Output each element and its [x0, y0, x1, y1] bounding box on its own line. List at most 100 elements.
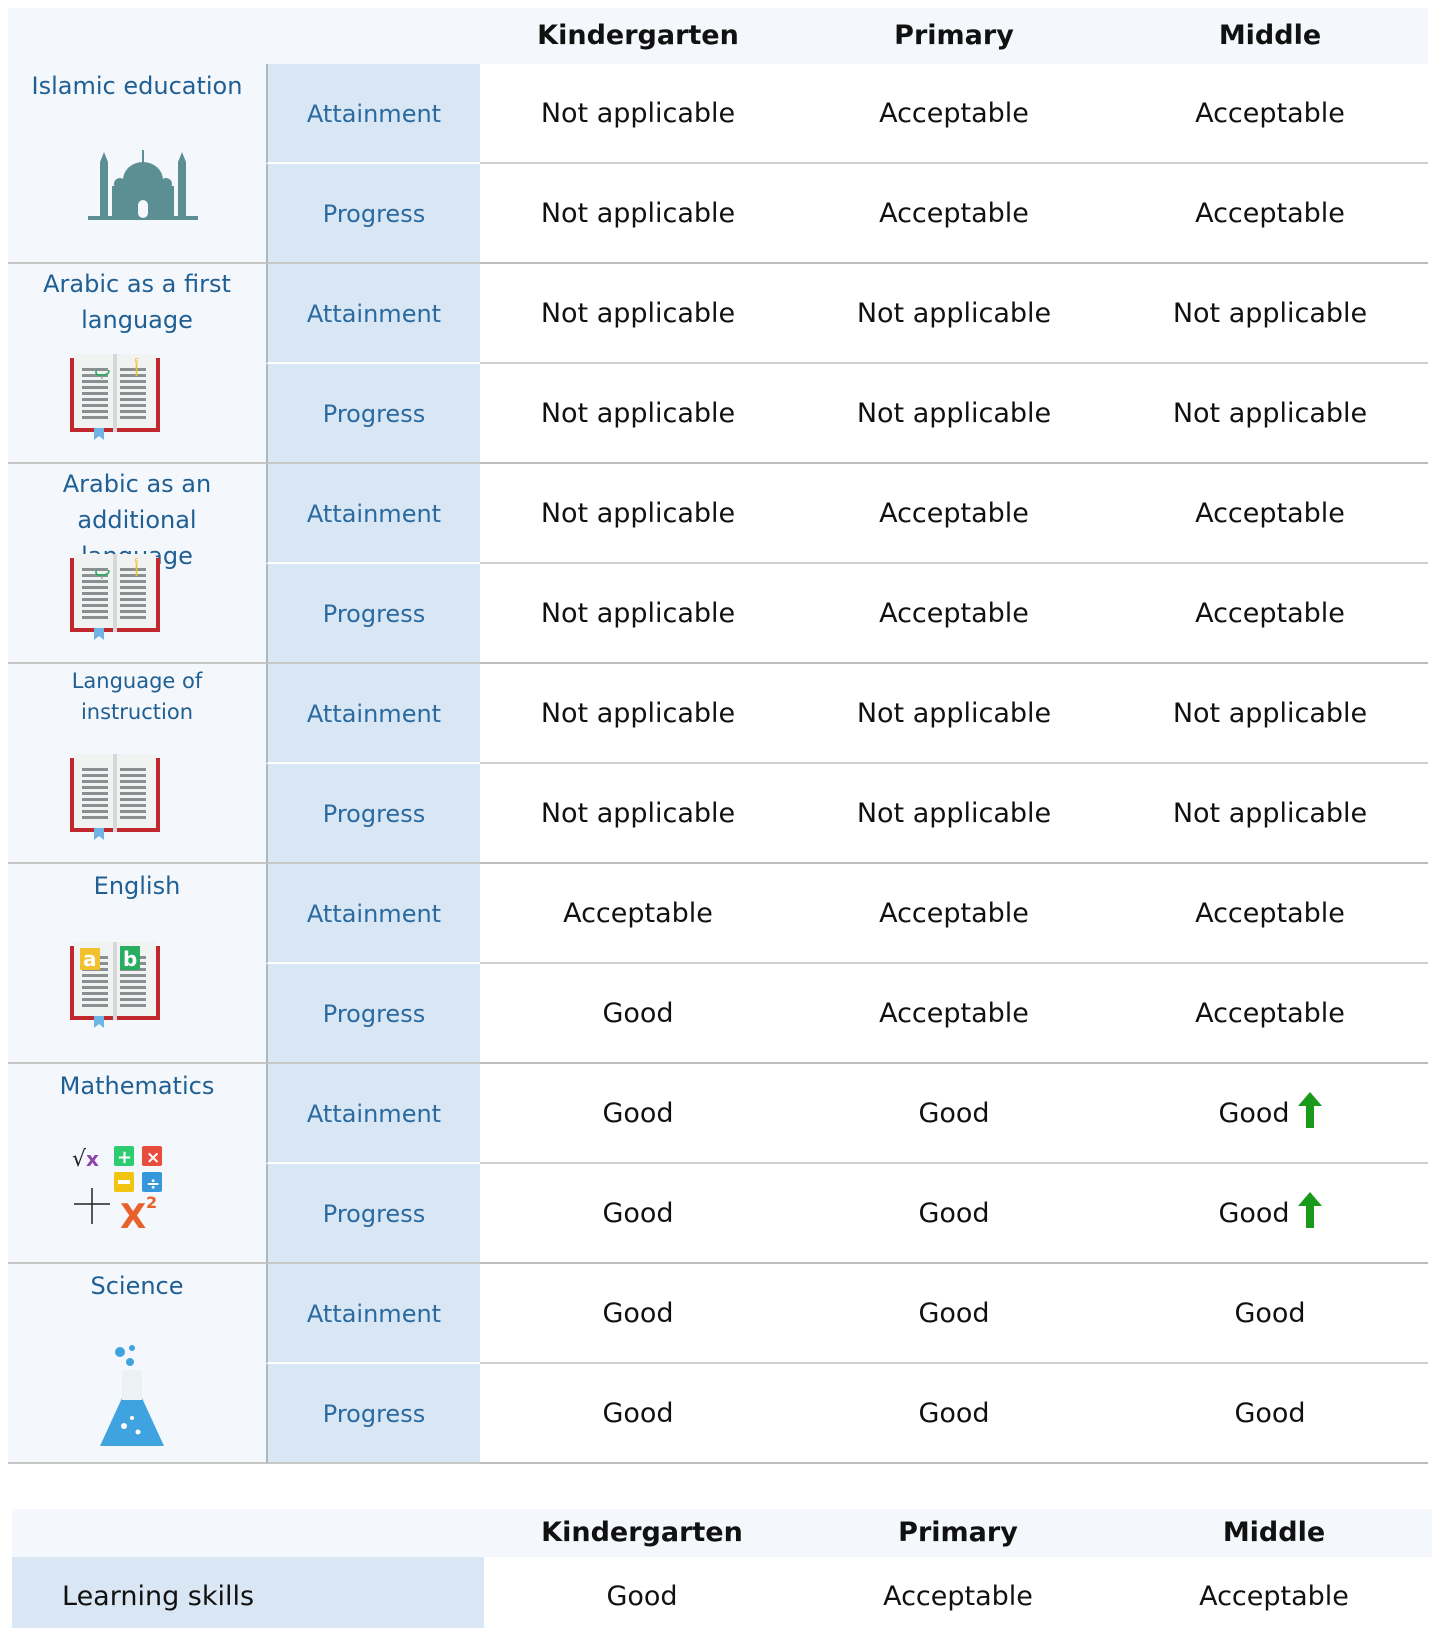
svg-text:2: 2 — [146, 1193, 157, 1212]
subject-cell: Islamic education — [8, 64, 266, 264]
metric-label-attainment: Attainment — [266, 1064, 480, 1164]
grade-text: Not applicable — [540, 198, 736, 229]
grade-cell-primary: Acceptable — [796, 864, 1112, 964]
grade-text: Good — [602, 1298, 674, 1329]
grade-text: Not applicable — [540, 598, 736, 629]
grade-cell-kindergarten: Good — [480, 1064, 796, 1164]
grade-cell-primary: Good — [796, 1364, 1112, 1464]
grade-text: Acceptable — [1195, 498, 1345, 529]
subject-cell: English a b — [8, 864, 266, 1064]
grade-text: Not applicable — [856, 398, 1052, 429]
metric-label-progress: Progress — [266, 1164, 480, 1264]
grade-cell-middle: Acceptable — [1112, 564, 1428, 664]
grade-cell-middle: Not applicable — [1112, 764, 1428, 864]
arabic-book-icon: بأ — [70, 354, 160, 444]
subject-cell: Science — [8, 1264, 266, 1464]
column-header-primary: Primary — [894, 20, 1014, 51]
grade-cell-middle: Not applicable — [1112, 664, 1428, 764]
grade-cell-middle: Good — [1112, 1264, 1428, 1364]
column-header-primary: Primary — [898, 1517, 1018, 1548]
column-header-kindergarten: Kindergarten — [537, 20, 739, 51]
mosque-icon — [88, 142, 198, 226]
learning-skills-primary: Acceptable — [883, 1581, 1033, 1612]
svg-text:أ: أ — [134, 358, 139, 381]
grade-cell-middle: Good — [1112, 1064, 1428, 1164]
grade-cell-middle: Good — [1112, 1164, 1428, 1264]
grade-text: Not applicable — [856, 798, 1052, 829]
row-divider — [480, 1462, 1428, 1464]
metric-label-attainment: Attainment — [266, 864, 480, 964]
metric-label-progress: Progress — [266, 564, 480, 664]
grade-text: Good — [918, 1398, 990, 1429]
grade-text: Good — [602, 1398, 674, 1429]
grade-cell-primary: Not applicable — [796, 664, 1112, 764]
math-symbols-icon: √ x + × ÷ X 2 — [70, 1142, 170, 1237]
metric-label-attainment: Attainment — [266, 664, 480, 764]
grade-cell-kindergarten: Good — [480, 1364, 796, 1464]
learning-skills-label: Learning skills — [12, 1557, 484, 1628]
grade-text: Acceptable — [879, 598, 1029, 629]
grade-text: Good — [602, 998, 674, 1029]
metric-label-progress: Progress — [266, 1364, 480, 1464]
svg-text:b: b — [123, 947, 137, 971]
subject-name: Islamic education — [31, 72, 243, 100]
grade-cell-primary: Acceptable — [796, 964, 1112, 1064]
grade-cell-kindergarten: Not applicable — [480, 164, 796, 264]
svg-text:x: x — [86, 1147, 99, 1171]
grade-cell-kindergarten: Good — [480, 1264, 796, 1364]
grade-text: Good — [918, 1198, 990, 1229]
svg-text:÷: ÷ — [146, 1174, 160, 1194]
table-header: Kindergarten Primary Middle — [12, 1509, 1432, 1557]
svg-text:X: X — [120, 1197, 146, 1232]
grade-cell-middle: Good — [1112, 1364, 1428, 1464]
grade-text: Not applicable — [540, 298, 736, 329]
grade-text: Not applicable — [540, 398, 736, 429]
metric-label-progress: Progress — [266, 764, 480, 864]
english-book-icon: ab — [70, 942, 160, 1032]
grade-cell-primary: Good — [796, 1064, 1112, 1164]
grade-text: Not applicable — [540, 98, 736, 129]
grade-cell-primary: Good — [796, 1164, 1112, 1264]
svg-text:a: a — [83, 947, 97, 971]
grade-text: Not applicable — [1172, 398, 1368, 429]
grade-text: Good — [1218, 1098, 1290, 1129]
grade-cell-kindergarten: Not applicable — [480, 664, 796, 764]
grade-text: Acceptable — [1195, 98, 1345, 129]
grade-cell-middle: Acceptable — [1112, 864, 1428, 964]
grade-text: Acceptable — [1195, 998, 1345, 1029]
grade-cell-kindergarten: Not applicable — [480, 64, 796, 164]
svg-text:+: + — [117, 1147, 132, 1168]
grade-cell-kindergarten: Good — [480, 964, 796, 1064]
grade-text: Acceptable — [879, 998, 1029, 1029]
grade-cell-primary: Good — [796, 1264, 1112, 1364]
improved-arrow-icon — [1297, 1170, 1322, 1270]
grade-cell-primary: Not applicable — [796, 764, 1112, 864]
grade-text: Not applicable — [856, 698, 1052, 729]
table-header: Kindergarten Primary Middle — [8, 8, 1428, 64]
grade-cell-primary: Not applicable — [796, 264, 1112, 364]
grade-cell-kindergarten: Not applicable — [480, 464, 796, 564]
grade-text: Acceptable — [879, 498, 1029, 529]
subject-cell: Arabic as an additional languageبأ — [8, 464, 266, 664]
grade-cell-kindergarten: Not applicable — [480, 364, 796, 464]
subject-cell: Language of instruction — [8, 664, 266, 864]
grade-text: Not applicable — [540, 798, 736, 829]
grade-text: Good — [1234, 1398, 1306, 1429]
metric-label-progress: Progress — [266, 164, 480, 264]
grade-cell-middle: Acceptable — [1112, 964, 1428, 1064]
grade-cell-primary: Acceptable — [796, 464, 1112, 564]
grade-cell-primary: Acceptable — [796, 64, 1112, 164]
metric-label-attainment: Attainment — [266, 64, 480, 164]
grade-cell-middle: Acceptable — [1112, 464, 1428, 564]
svg-text:×: × — [146, 1148, 160, 1168]
grade-text: Acceptable — [1195, 898, 1345, 929]
grade-cell-kindergarten: Not applicable — [480, 564, 796, 664]
grade-cell-kindergarten: Acceptable — [480, 864, 796, 964]
grade-text: Good — [1234, 1298, 1306, 1329]
metric-label-attainment: Attainment — [266, 264, 480, 364]
grade-text: Good — [1218, 1198, 1290, 1229]
grade-cell-kindergarten: Good — [480, 1164, 796, 1264]
learning-skills-kindergarten: Good — [606, 1581, 678, 1612]
grade-cell-middle: Not applicable — [1112, 364, 1428, 464]
subject-name: Science — [90, 1272, 184, 1300]
